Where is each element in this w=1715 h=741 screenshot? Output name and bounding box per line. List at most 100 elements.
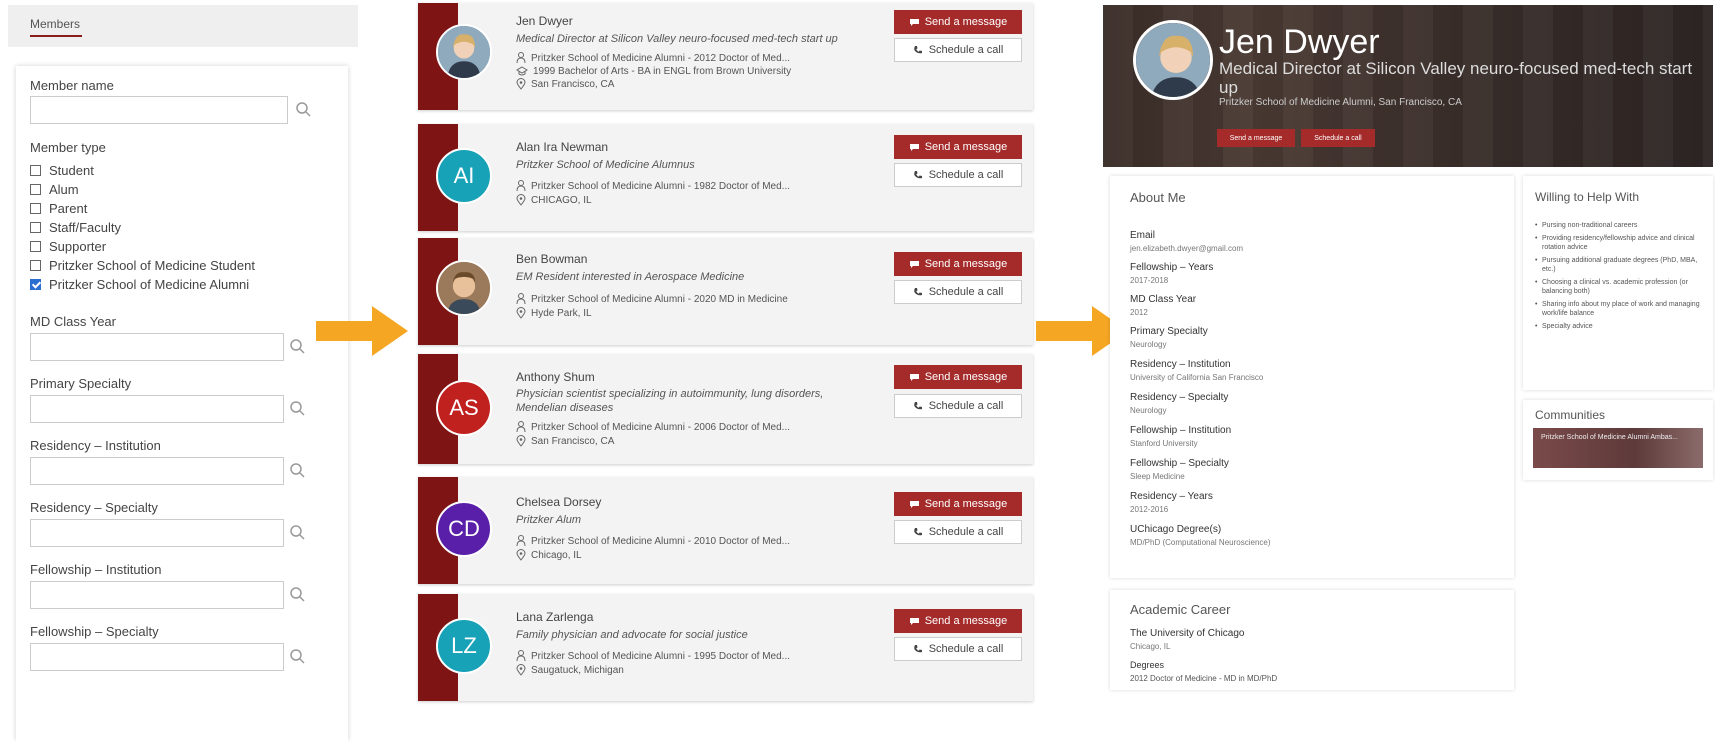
member-card[interactable]: Ben Bowman EM Resident interested in Aer… xyxy=(418,238,1033,345)
member-title: Medical Director at Silicon Valley neuro… xyxy=(516,33,838,45)
field-label: Residency – Institution xyxy=(1130,359,1231,370)
md-class-year-field[interactable] xyxy=(30,333,284,361)
member-name[interactable]: Chelsea Dorsey xyxy=(516,495,601,509)
academic-career-panel: Academic Career The University of Chicag… xyxy=(1110,590,1514,690)
member-card[interactable]: LZ Lana Zarlenga Family physician and ad… xyxy=(418,594,1033,701)
search-icon[interactable] xyxy=(288,647,308,667)
residency-institution-field[interactable] xyxy=(30,457,284,485)
checkbox-pritzker-alumni[interactable]: Pritzker School of Medicine Alumni xyxy=(30,277,249,292)
chat-icon xyxy=(909,18,919,26)
willing-to-help-title: Willing to Help With xyxy=(1535,190,1640,204)
schedule-call-button[interactable]: Schedule a call xyxy=(894,394,1022,418)
search-icon[interactable] xyxy=(288,337,308,357)
checkbox[interactable] xyxy=(30,260,41,271)
send-message-button[interactable]: Send a message xyxy=(894,10,1022,34)
search-icon[interactable] xyxy=(288,523,308,543)
member-title: Pritzker Alum xyxy=(516,514,581,526)
residency-specialty-input[interactable] xyxy=(31,520,283,546)
member-card[interactable]: Jen Dwyer Medical Director at Silicon Va… xyxy=(418,3,1033,110)
member-name[interactable]: Jen Dwyer xyxy=(516,14,573,28)
field-label: Residency – Specialty xyxy=(1130,392,1229,403)
search-icon[interactable] xyxy=(288,461,308,481)
location-pin-icon xyxy=(516,194,526,206)
send-message-button[interactable]: Send a message xyxy=(894,365,1022,389)
checkbox[interactable] xyxy=(30,222,41,233)
member-location: Chicago, IL xyxy=(516,549,582,561)
member-school: Pritzker School of Medicine Alumni - 198… xyxy=(516,180,790,192)
list-item: Pursing non-traditional careers xyxy=(1535,221,1707,230)
checkbox-supporter[interactable]: Supporter xyxy=(30,239,106,254)
member-name-input[interactable] xyxy=(31,97,287,123)
avatar-initials: CD xyxy=(436,501,492,557)
search-icon[interactable] xyxy=(288,399,308,419)
primary-specialty-input[interactable] xyxy=(31,396,283,422)
tab-active-indicator xyxy=(30,35,82,37)
avatar-initials: LZ xyxy=(436,618,492,674)
schedule-call-button[interactable]: Schedule a call xyxy=(894,280,1022,304)
md-class-year-input[interactable] xyxy=(31,334,283,360)
checkbox[interactable] xyxy=(30,241,41,252)
send-message-button[interactable]: Send a message xyxy=(894,492,1022,516)
member-type-label: Member type xyxy=(30,140,106,155)
send-message-button[interactable]: Send a message xyxy=(894,135,1022,159)
schedule-call-button[interactable]: Schedule a call xyxy=(1301,129,1375,147)
checkbox-alum[interactable]: Alum xyxy=(30,182,79,197)
send-message-button[interactable]: Send a message xyxy=(894,252,1022,276)
checkbox-pritzker-student[interactable]: Pritzker School of Medicine Student xyxy=(30,258,255,273)
checkbox-checked[interactable] xyxy=(30,279,41,290)
tab-members[interactable]: Members xyxy=(30,17,80,31)
profile-avatar xyxy=(1133,20,1213,100)
checkbox-staff-faculty[interactable]: Staff/Faculty xyxy=(30,220,121,235)
search-icon[interactable] xyxy=(288,585,308,605)
member-card[interactable]: CD Chelsea Dorsey Pritzker Alum Pritzker… xyxy=(418,477,1033,584)
willing-to-help-list: Pursing non-traditional careers Providin… xyxy=(1535,221,1707,335)
checkbox-label: Student xyxy=(49,163,94,178)
primary-specialty-field[interactable] xyxy=(30,395,284,423)
person-icon xyxy=(516,535,526,547)
member-name[interactable]: Alan Ira Newman xyxy=(516,140,608,154)
checkbox[interactable] xyxy=(30,203,41,214)
fellowship-specialty-input[interactable] xyxy=(31,644,283,670)
residency-institution-input[interactable] xyxy=(31,458,283,484)
graduation-cap-icon xyxy=(516,66,528,76)
member-location: Saugatuck, Michigan xyxy=(516,664,624,676)
checkbox-parent[interactable]: Parent xyxy=(30,201,87,216)
field-value[interactable]: jen.elizabeth.dwyer@gmail.com xyxy=(1130,244,1243,253)
field-label: Fellowship – Years xyxy=(1130,262,1214,273)
member-education: 1999 Bachelor of Arts - BA in ENGL from … xyxy=(516,65,791,77)
member-name-label: Member name xyxy=(30,78,114,93)
schedule-call-button[interactable]: Schedule a call xyxy=(894,163,1022,187)
arrow-right-icon xyxy=(316,306,408,356)
checkbox-student[interactable]: Student xyxy=(30,163,94,178)
schedule-call-button[interactable]: Schedule a call xyxy=(894,520,1022,544)
list-item: Pursuing additional graduate degrees (Ph… xyxy=(1535,256,1707,274)
field-value: 2012-2016 xyxy=(1130,505,1169,514)
avatar-initials: AI xyxy=(436,148,492,204)
member-card[interactable]: AS Anthony Shum Physician scientist spec… xyxy=(418,354,1033,464)
checkbox[interactable] xyxy=(30,165,41,176)
residency-specialty-field[interactable] xyxy=(30,519,284,547)
search-icon[interactable] xyxy=(294,100,314,120)
field-label: Fellowship – Institution xyxy=(1130,425,1232,436)
member-name[interactable]: Ben Bowman xyxy=(516,252,587,266)
avatar-initials: AS xyxy=(436,380,492,436)
fellowship-institution-input[interactable] xyxy=(31,582,283,608)
send-message-button[interactable]: Send a message xyxy=(1217,129,1295,147)
academic-career-title: Academic Career xyxy=(1130,602,1231,617)
member-name-field[interactable] xyxy=(30,96,288,124)
fellowship-institution-field[interactable] xyxy=(30,581,284,609)
willing-to-help-panel: Willing to Help With Pursing non-traditi… xyxy=(1523,176,1713,390)
field-value: Sleep Medicine xyxy=(1130,472,1185,481)
community-tile[interactable]: Pritzker School of Medicine Alumni Ambas… xyxy=(1533,428,1703,468)
send-message-button[interactable]: Send a message xyxy=(894,609,1022,633)
schedule-call-button[interactable]: Schedule a call xyxy=(894,637,1022,661)
member-card[interactable]: AI Alan Ira Newman Pritzker School of Me… xyxy=(418,124,1033,231)
schedule-call-button[interactable]: Schedule a call xyxy=(894,38,1022,62)
checkbox[interactable] xyxy=(30,184,41,195)
member-name[interactable]: Lana Zarlenga xyxy=(516,610,593,624)
phone-icon xyxy=(913,288,922,296)
member-school: Pritzker School of Medicine Alumni - 199… xyxy=(516,650,790,662)
chat-icon xyxy=(909,260,919,268)
member-name[interactable]: Anthony Shum xyxy=(516,370,595,384)
fellowship-specialty-field[interactable] xyxy=(30,643,284,671)
